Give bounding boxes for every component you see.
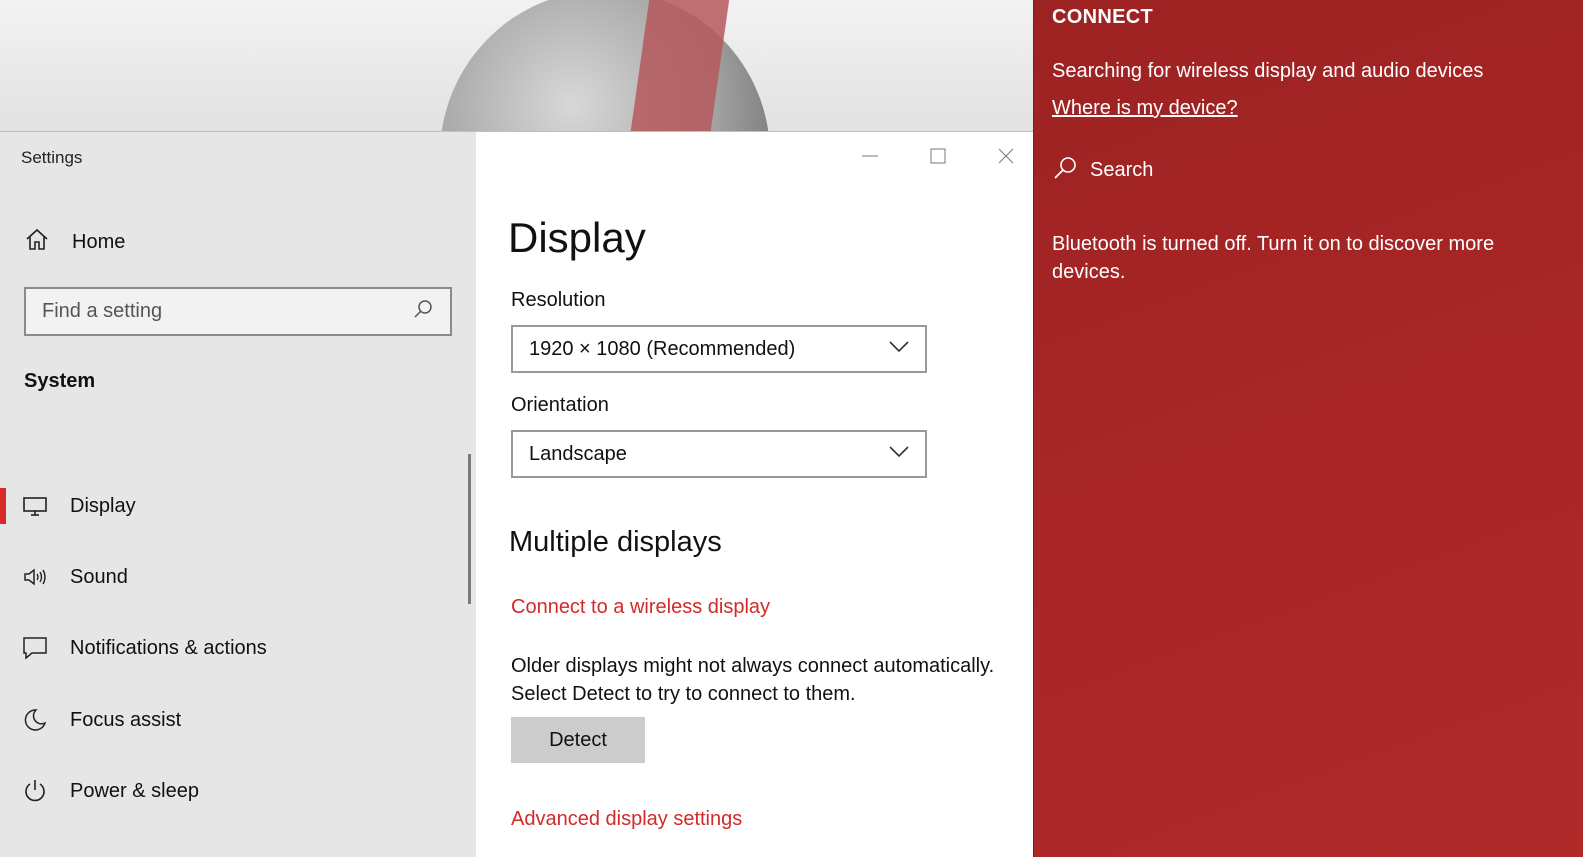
sidebar-item-label: Notifications & actions [70, 636, 267, 659]
speaker-icon [22, 564, 48, 590]
home-icon [24, 227, 50, 258]
where-is-my-device-link[interactable]: Where is my device? [1052, 97, 1238, 120]
resolution-value: 1920 × 1080 (Recommended) [529, 337, 796, 360]
sidebar-item-display[interactable]: Display [0, 481, 470, 531]
sidebar-item-label: Sound [70, 565, 128, 588]
chevron-down-icon [889, 445, 909, 463]
main-content: Display Resolution 1920 × 1080 (Recommen… [476, 132, 1040, 857]
orientation-label: Orientation [511, 394, 609, 416]
resolution-label: Resolution [511, 289, 606, 311]
maximize-icon [930, 148, 946, 164]
section-label: System [24, 370, 96, 392]
search-box[interactable] [24, 287, 452, 336]
multiple-displays-description: Older displays might not always connect … [511, 655, 995, 705]
close-button[interactable] [972, 140, 1040, 172]
home-label: Home [72, 230, 126, 253]
sidebar-item-label: Focus assist [70, 708, 182, 731]
app-title: Settings [21, 148, 83, 167]
sidebar-item-label: Display [70, 494, 136, 517]
sidebar-item-sound[interactable]: Sound [0, 552, 470, 602]
moon-icon [22, 707, 48, 733]
orientation-dropdown[interactable]: Landscape [511, 430, 927, 478]
home-nav[interactable]: Home [24, 227, 125, 257]
connect-search-button[interactable]: Search [1052, 155, 1153, 186]
search-icon [1052, 155, 1078, 186]
sidebar-scrollbar[interactable] [468, 454, 471, 604]
orientation-value: Landscape [529, 442, 627, 465]
sidebar-item-power-sleep[interactable]: Power & sleep [0, 766, 470, 816]
monitor-icon [22, 493, 48, 519]
sidebar: Settings Home System Display Sound [0, 132, 476, 857]
connect-search-label: Search [1090, 159, 1154, 181]
sidebar-item-notifications[interactable]: Notifications & actions [0, 623, 470, 673]
minimize-icon [862, 155, 878, 157]
settings-window: Settings Home System Display Sound [0, 131, 1040, 857]
connect-wireless-display-link[interactable]: Connect to a wireless display [511, 596, 770, 619]
window-controls [836, 140, 1040, 172]
power-icon [22, 778, 48, 804]
resolution-dropdown[interactable]: 1920 × 1080 (Recommended) [511, 325, 927, 373]
maximize-button[interactable] [904, 140, 972, 172]
search-icon[interactable] [412, 298, 434, 325]
page-title: Display [508, 214, 646, 261]
connect-flyout: CONNECT Searching for wireless display a… [1033, 0, 1583, 857]
desktop-wallpaper [0, 0, 1040, 132]
sidebar-item-label: Power & sleep [70, 779, 199, 802]
connect-title: CONNECT [1052, 6, 1153, 28]
multiple-displays-title: Multiple displays [509, 526, 722, 558]
bluetooth-message: Bluetooth is turned off. Turn it on to d… [1052, 233, 1495, 283]
minimize-button[interactable] [836, 140, 904, 172]
notification-icon [22, 635, 48, 661]
search-input[interactable] [42, 300, 412, 323]
close-icon [998, 148, 1014, 164]
sidebar-item-focus-assist[interactable]: Focus assist [0, 695, 470, 745]
advanced-display-settings-link[interactable]: Advanced display settings [511, 808, 742, 831]
detect-button[interactable]: Detect [511, 717, 645, 763]
chevron-down-icon [889, 340, 909, 358]
connect-status: Searching for wireless display and audio… [1052, 60, 1484, 82]
